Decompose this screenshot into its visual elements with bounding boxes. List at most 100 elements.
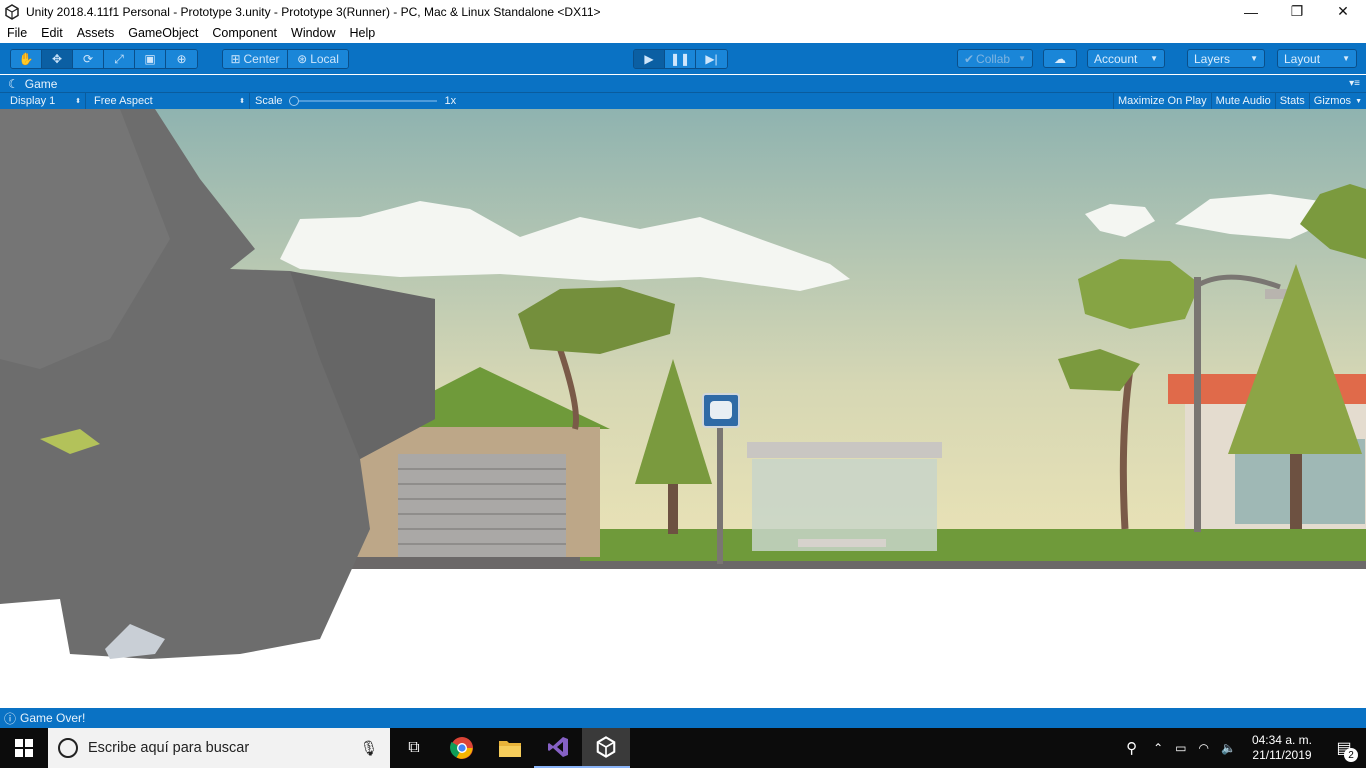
transform-tool-icon[interactable]: ⊕ [166, 50, 197, 68]
wifi-icon[interactable]: ◠ [1199, 741, 1209, 755]
account-label: Account [1094, 51, 1138, 66]
people-icon[interactable]: ⚲ [1126, 739, 1137, 757]
menu-help[interactable]: Help [342, 26, 382, 40]
display-dropdown[interactable]: Display 1 ⬍ [0, 92, 86, 110]
start-button[interactable] [0, 728, 48, 768]
window-title: Unity 2018.4.11f1 Personal - Prototype 3… [26, 4, 601, 19]
minimize-button[interactable]: — [1228, 0, 1274, 23]
info-icon: ⓘ [4, 711, 17, 726]
chevron-down-icon: ▼ [1018, 54, 1026, 63]
layers-label: Layers [1194, 51, 1231, 66]
aspect-dropdown[interactable]: Free Aspect ⬍ [86, 92, 250, 110]
close-button[interactable]: ✕ [1320, 0, 1366, 23]
chevron-up-icon[interactable]: ⌃ [1153, 741, 1163, 755]
game-viewport[interactable] [0, 109, 1366, 706]
clock-date: 21/11/2019 [1252, 748, 1312, 762]
notification-count-badge: 2 [1344, 748, 1358, 762]
gizmos-dropdown[interactable]: Gizmos ▼ [1310, 93, 1366, 110]
rotate-tool-icon[interactable]: ⟳ [73, 50, 104, 68]
layout-label: Layout [1284, 51, 1321, 66]
scale-value: 1x [444, 95, 457, 107]
pivot-center-label: Center [243, 52, 280, 66]
rect-tool-icon[interactable]: ▣ [135, 50, 166, 68]
unity-taskbar-icon[interactable] [582, 728, 630, 768]
step-icon[interactable]: ▶| [696, 50, 727, 68]
volume-icon[interactable]: 🔈 [1221, 741, 1236, 755]
scale-tool-icon[interactable]: ⤢ [104, 50, 135, 68]
tab-menu-icon[interactable]: ▾≡ [1349, 78, 1360, 89]
aspect-label: Free Aspect [94, 95, 153, 107]
game-tab-header: ☾ Game ▾≡ [0, 75, 1366, 92]
lamp-post [1194, 277, 1201, 532]
stats-toggle[interactable]: Stats [1276, 92, 1310, 110]
chrome-icon[interactable] [438, 728, 486, 768]
battery-icon[interactable]: ▭ [1175, 741, 1186, 755]
transform-tools: ✋ ✥ ⟳ ⤢ ▣ ⊕ [10, 49, 198, 69]
pivot-toggles: ⊞ Center ⊛ Local [222, 49, 349, 69]
status-message[interactable]: Game Over! [20, 711, 85, 725]
layers-dropdown[interactable]: Layers ▼ [1187, 49, 1265, 68]
menu-window[interactable]: Window [284, 26, 342, 40]
collab-label: Collab [976, 51, 1011, 66]
system-tray: ⚲ ⌃ ▭ ◠ 🔈 04:34 a. m. 21/11/2019 ▤ 2 [1116, 728, 1366, 768]
status-bar: ⓘ Game Over! [0, 708, 1366, 728]
windows-logo-icon [15, 739, 33, 757]
pause-icon[interactable]: ❚❚ [665, 50, 696, 68]
maximize-button[interactable]: ❐ [1274, 0, 1320, 23]
chevron-down-icon: ▼ [1342, 54, 1350, 63]
visual-studio-icon[interactable] [534, 728, 582, 768]
pivot-local-button[interactable]: ⊛ Local [288, 50, 348, 68]
window-titlebar: Unity 2018.4.11f1 Personal - Prototype 3… [0, 0, 1366, 23]
shelter-glass [752, 459, 937, 551]
game-view-toggles: Maximize On Play Mute Audio Stats Gizmos… [1113, 92, 1366, 110]
pivot-local-label: Local [310, 52, 339, 66]
chevron-down-icon: ▼ [1250, 54, 1258, 63]
action-center-button[interactable]: ▤ 2 [1322, 728, 1366, 768]
taskbar-search-box[interactable]: Escribe aquí para buscar 🎙 [48, 728, 390, 768]
menu-gameobject[interactable]: GameObject [121, 26, 205, 40]
taskbar-clock[interactable]: 04:34 a. m. 21/11/2019 [1252, 733, 1312, 763]
hedge [580, 529, 1366, 561]
bus-glyph [710, 401, 732, 419]
microphone-icon[interactable]: 🎙 [360, 740, 378, 757]
shelter-bench [798, 539, 886, 547]
menu-assets[interactable]: Assets [70, 26, 122, 40]
menu-edit[interactable]: Edit [34, 26, 70, 40]
menu-component[interactable]: Component [205, 26, 284, 40]
mute-audio-toggle[interactable]: Mute Audio [1212, 92, 1276, 110]
game-tab-icon: ☾ [8, 76, 19, 91]
playback-controls: ▶ ❚❚ ▶| [633, 49, 728, 69]
center-icon: ⊞ [230, 52, 241, 66]
hand-tool-icon[interactable]: ✋ [11, 50, 42, 68]
updown-icon: ⬍ [75, 98, 81, 105]
clock-time: 04:34 a. m. [1251, 733, 1312, 747]
shelter-roof [747, 442, 942, 458]
maximize-on-play-toggle[interactable]: Maximize On Play [1113, 92, 1212, 110]
pivot-center-button[interactable]: ⊞ Center [223, 50, 288, 68]
pine-trunk [668, 484, 678, 534]
layout-dropdown[interactable]: Layout ▼ [1277, 49, 1357, 68]
account-dropdown[interactable]: Account ▼ [1087, 49, 1165, 68]
file-explorer-icon[interactable] [486, 728, 534, 768]
main-toolbar: ✋ ✥ ⟳ ⤢ ▣ ⊕ ⊞ Center ⊛ Local ▶ ❚❚ ▶| ✔ Coll… [0, 43, 1366, 74]
game-scene [0, 109, 1366, 706]
game-view-controls: Display 1 ⬍ Free Aspect ⬍ Scale 1x Maximiz… [0, 92, 1366, 110]
tab-game[interactable]: Game [25, 77, 58, 91]
search-placeholder: Escribe aquí para buscar [88, 740, 250, 756]
menu-bar: File Edit Assets GameObject Component Wi… [0, 23, 1366, 43]
gizmos-label: Gizmos [1313, 95, 1352, 107]
collab-check-icon: ✔ [964, 51, 975, 66]
bus-sign-pole [717, 424, 723, 564]
move-tool-icon[interactable]: ✥ [42, 50, 73, 68]
scale-slider[interactable] [288, 96, 437, 106]
menu-file[interactable]: File [0, 26, 34, 40]
task-view-icon[interactable]: ⧉ [390, 728, 438, 768]
chevron-down-icon: ▼ [1355, 97, 1362, 105]
display-label: Display 1 [10, 95, 56, 107]
slider-thumb[interactable] [288, 96, 299, 106]
cloud-button[interactable]: ☁ [1043, 49, 1077, 68]
play-icon[interactable]: ▶ [634, 50, 665, 68]
scale-control: Scale 1x [250, 93, 462, 110]
collab-dropdown[interactable]: ✔ Collab ▼ [957, 49, 1033, 68]
local-icon: ⊛ [297, 52, 308, 66]
